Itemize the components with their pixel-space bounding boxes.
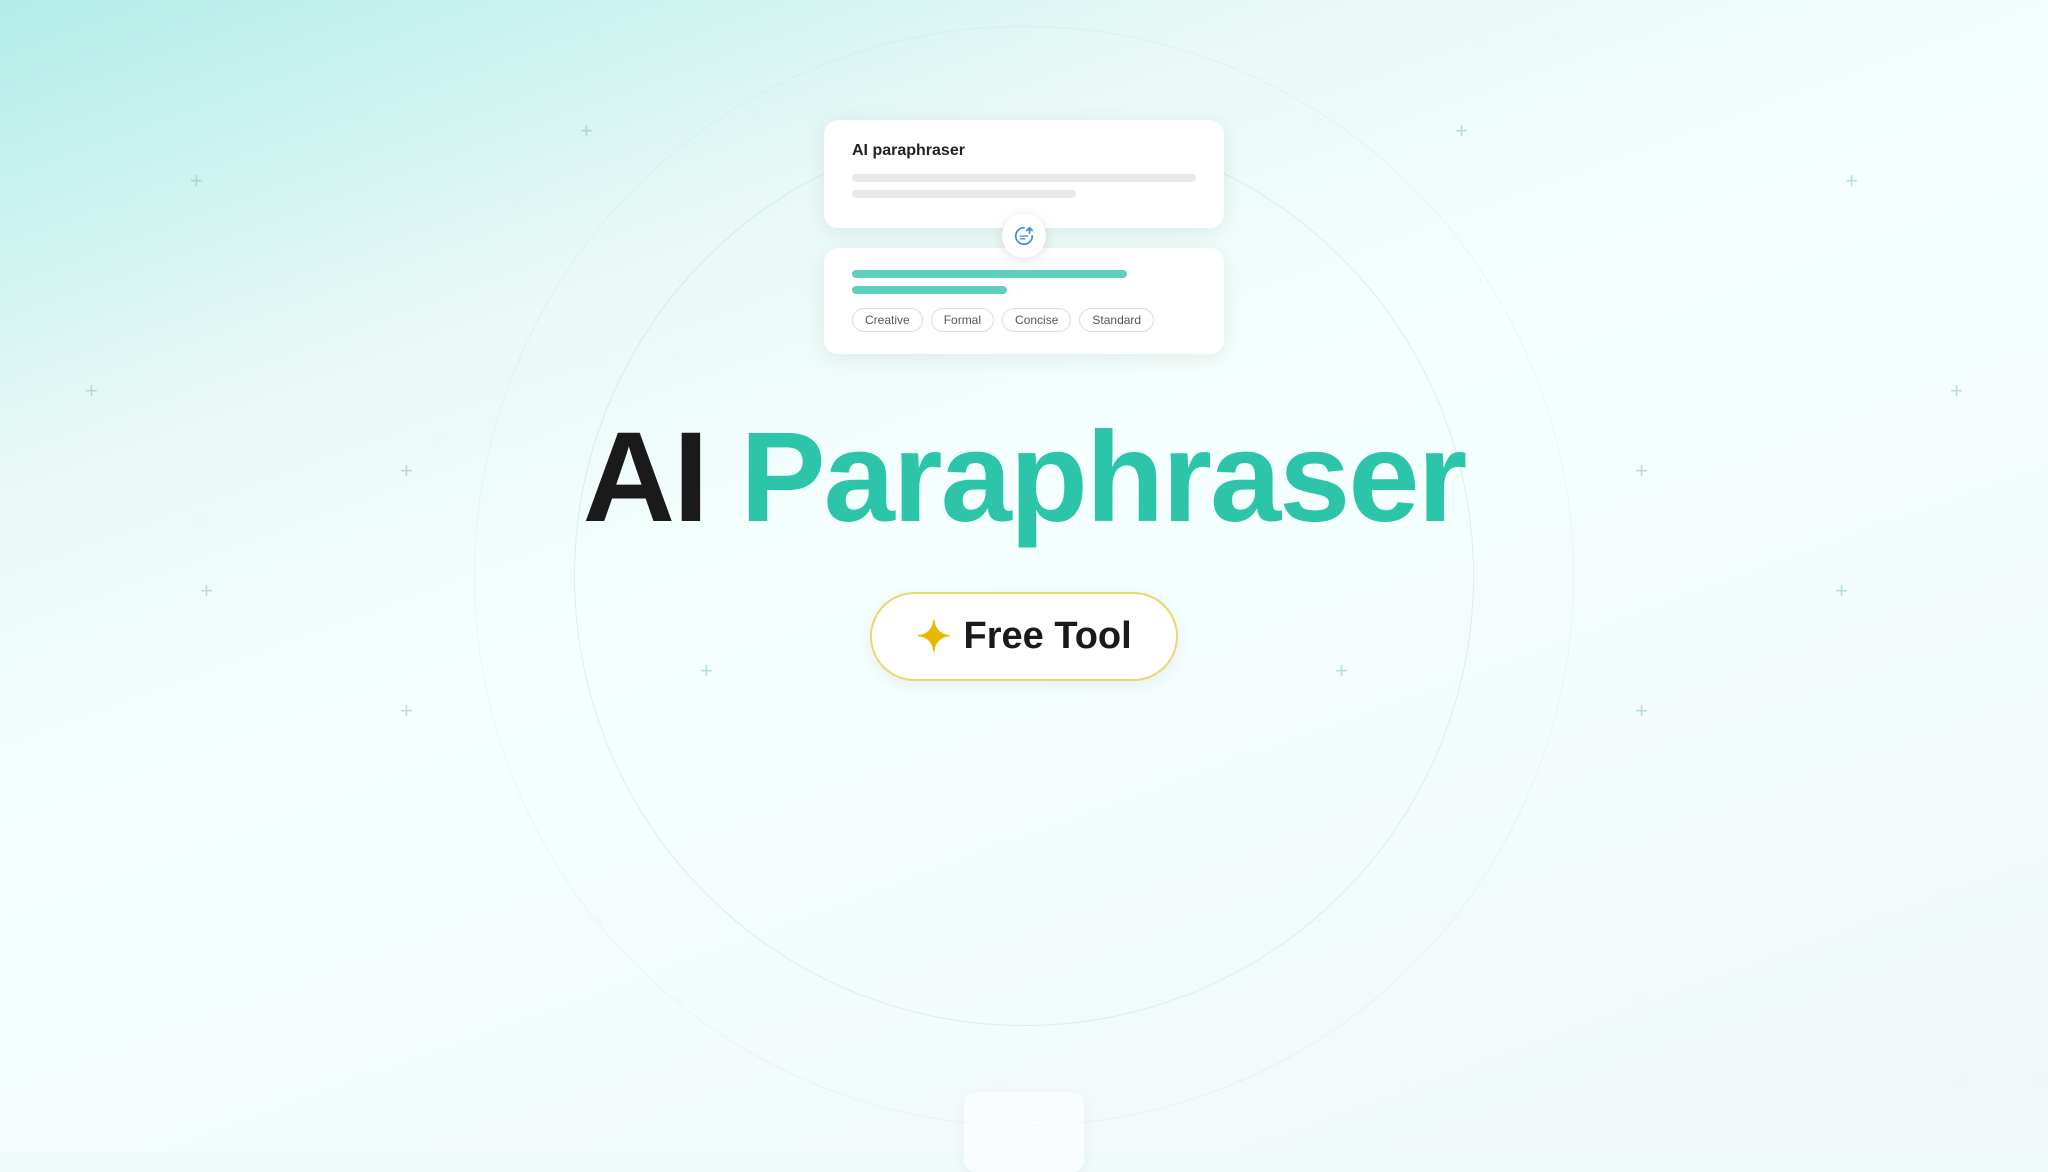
- main-content: AI paraphraser Creative Formal Concise: [0, 0, 2048, 1152]
- main-heading: AI Paraphraser: [583, 414, 1466, 542]
- output-card: Creative Formal Concise Standard: [824, 248, 1224, 354]
- bottom-card-1: [964, 1092, 1084, 1172]
- transform-icon-wrapper: [824, 214, 1224, 258]
- free-tool-label: Free Tool: [964, 615, 1132, 658]
- sparkle-icon: ✦: [916, 612, 951, 661]
- tag-formal[interactable]: Formal: [931, 308, 994, 332]
- tags-row: Creative Formal Concise Standard: [852, 308, 1196, 332]
- tag-creative[interactable]: Creative: [852, 308, 923, 332]
- input-line-1: [852, 174, 1196, 182]
- tag-concise[interactable]: Concise: [1002, 308, 1071, 332]
- tag-standard[interactable]: Standard: [1079, 308, 1154, 332]
- output-line-1: [852, 270, 1127, 278]
- paraphrase-icon: [1013, 225, 1035, 247]
- heading-ai: AI: [583, 406, 707, 549]
- input-line-2: [852, 190, 1076, 198]
- output-line-2: [852, 286, 1007, 294]
- input-card: AI paraphraser: [824, 120, 1224, 228]
- heading-paraphraser: Paraphraser: [740, 406, 1465, 549]
- transform-button[interactable]: [1002, 214, 1046, 258]
- card-title: AI paraphraser: [852, 142, 1196, 160]
- free-tool-button[interactable]: ✦ Free Tool: [870, 592, 1177, 681]
- bottom-cards-preview: [964, 1092, 1084, 1172]
- heading-area: AI Paraphraser: [583, 414, 1466, 542]
- ui-preview-wrapper: AI paraphraser Creative Formal Concise: [824, 120, 1224, 354]
